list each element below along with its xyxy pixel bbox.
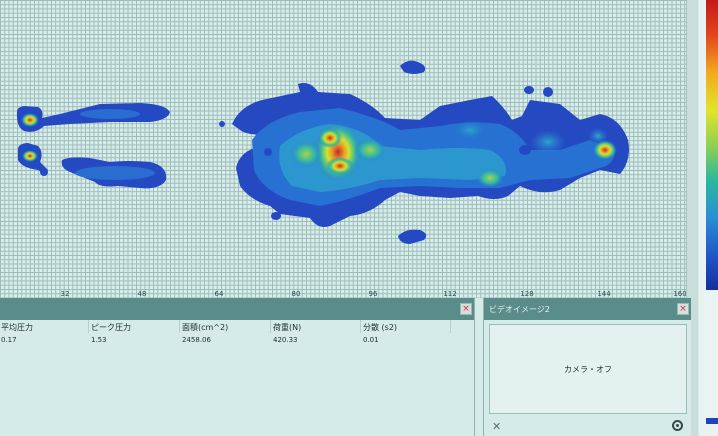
x-tick-label: 144 [597, 290, 611, 298]
value-peak-pressure: 1.53 [91, 336, 107, 344]
value-avg-pressure: 0.17 [1, 336, 17, 344]
value-variance: 0.01 [363, 336, 379, 344]
column-divider [270, 320, 271, 333]
video-image-panel: ビデオイメージ2 × カメラ・オフ ✕ [483, 298, 691, 436]
camera-status-text: カメラ・オフ [564, 365, 612, 374]
color-scale-marker [706, 418, 718, 424]
close-icon[interactable]: ✕ [492, 420, 501, 433]
pressure-heatmap: 32 48 64 80 96 112 128 144 160 [0, 0, 686, 298]
header-variance: 分散 (s2) [363, 323, 398, 332]
video-panel-close-button[interactable]: × [677, 303, 689, 315]
x-tick-label: 128 [520, 290, 534, 298]
column-divider [88, 320, 89, 333]
header-peak-pressure: ピーク圧力 [91, 323, 131, 332]
x-tick-label: 160 [673, 290, 686, 298]
header-avg-pressure: 平均圧力 [1, 323, 33, 332]
x-tick-label: 32 [60, 290, 70, 298]
x-tick-label: 96 [368, 290, 378, 298]
toe-blob-upper [16, 103, 171, 132]
camera-view: カメラ・オフ [489, 324, 687, 414]
record-icon[interactable] [672, 420, 683, 431]
header-load: 荷重(N) [273, 323, 302, 332]
value-area: 2458.06 [182, 336, 211, 344]
x-tick-label: 48 [137, 290, 147, 298]
x-tick-label: 80 [291, 290, 301, 298]
video-panel-titlebar: ビデオイメージ2 × [484, 298, 691, 320]
color-scale-bar [706, 0, 718, 290]
x-tick-label: 64 [214, 290, 224, 298]
column-divider [360, 320, 361, 333]
statistics-panel-titlebar: × [0, 298, 474, 320]
heatmap-canvas [16, 60, 629, 244]
value-load: 420.33 [273, 336, 298, 344]
header-area: 面積(cm^2) [182, 323, 229, 332]
foot-main-blob [232, 83, 629, 227]
x-tick-label: 112 [443, 290, 457, 298]
statistics-panel: × 平均圧力 ピーク圧力 面積(cm^2) 荷重(N) 分散 (s2) 0.17… [0, 298, 475, 436]
pressure-color-scale [699, 0, 718, 436]
column-divider [179, 320, 180, 333]
video-panel-title: ビデオイメージ2 [489, 305, 550, 314]
toe-blob-lower [18, 143, 167, 189]
statistics-panel-close-button[interactable]: × [460, 303, 472, 315]
column-divider [450, 320, 451, 333]
